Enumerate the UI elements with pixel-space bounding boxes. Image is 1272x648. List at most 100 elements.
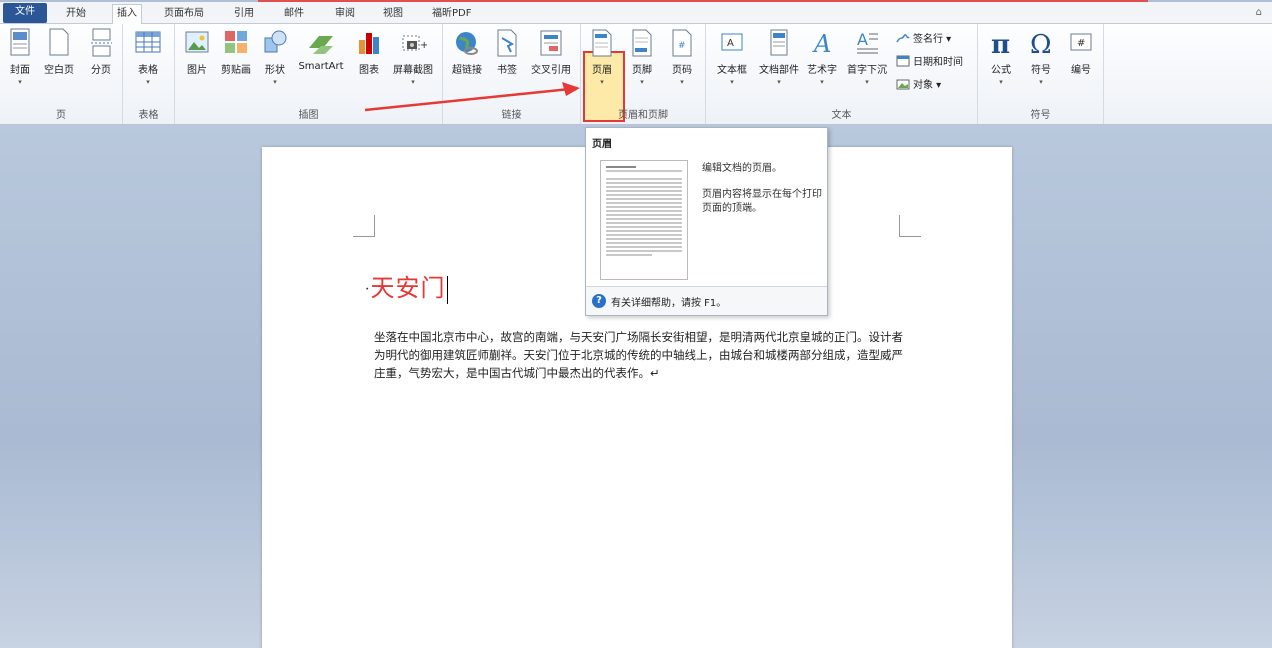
smartart-button[interactable]: SmartArt [295, 28, 347, 72]
tab-mailings[interactable]: 邮件 [280, 5, 308, 24]
footer-button[interactable]: 页脚 ▾ [627, 28, 657, 86]
thumb-line [606, 206, 682, 208]
page-break-label: 分页 [91, 65, 111, 76]
tab-references[interactable]: 引用 [230, 5, 258, 24]
tab-insert[interactable]: 插入 [112, 4, 142, 24]
thumb-line [606, 238, 682, 240]
picture-button[interactable]: 图片 [183, 28, 211, 76]
page-break-icon [91, 28, 112, 57]
bookmark-button[interactable]: 书签 [493, 28, 521, 76]
group-header-footer: 页眉 ▾ 页脚 ▾ # 页码 ▾ 页眉和页脚 [581, 24, 706, 124]
symbol-label: 符号 [1031, 65, 1051, 76]
cover-page-icon [10, 28, 30, 56]
tab-review[interactable]: 审阅 [331, 5, 359, 24]
svg-text:Ω: Ω [1030, 30, 1052, 58]
cross-reference-label: 交叉引用 [531, 65, 571, 76]
svg-text:#: # [678, 41, 686, 51]
bookmark-icon [497, 29, 517, 57]
quick-parts-label: 文档部件 [759, 65, 799, 76]
wordart-icon: A [812, 30, 831, 58]
object-button[interactable]: 对象 ▾ [896, 76, 941, 91]
svg-text:A: A [857, 30, 868, 49]
cross-reference-icon [540, 30, 562, 56]
thumb-line [606, 186, 682, 188]
tooltip-line-1: 编辑文档的页眉。 [702, 163, 782, 174]
blank-page-icon [49, 28, 69, 56]
drop-cap-button[interactable]: A 首字下沉 ▾ [844, 28, 890, 86]
calendar-icon [896, 55, 910, 66]
header-tooltip: 页眉 编辑文档的页眉。 页眉内容将显示在每个打印页面的顶端。 ? 有关详细帮助，… [585, 127, 828, 316]
footer-label: 页脚 [632, 65, 652, 76]
pi-icon: π [991, 30, 1010, 58]
quick-parts-button[interactable]: 文档部件 ▾ [756, 28, 802, 86]
thumb-line [606, 182, 682, 184]
group-label-symbols: 符号 [1030, 110, 1051, 121]
document-paragraph[interactable]: 坐落在中国北京市中心，故宫的南端，与天安门广场隔长安街相望，是明清两代北京皇城的… [374, 328, 904, 382]
tab-foxit-pdf[interactable]: 福昕PDF [428, 5, 475, 24]
wordart-button[interactable]: A 艺术字 ▾ [804, 28, 840, 86]
document-title[interactable]: ·天安门 [365, 268, 449, 304]
thumb-line [606, 166, 637, 168]
page-break-button[interactable]: 分页 [86, 28, 116, 76]
thumb-line [606, 246, 682, 248]
table-icon [135, 31, 161, 53]
picture-label: 图片 [187, 65, 207, 76]
thumb-line [606, 178, 682, 180]
chart-icon [359, 33, 379, 54]
hyperlink-button[interactable]: 超链接 [449, 28, 485, 76]
equation-button[interactable]: π 公式 ▾ [986, 28, 1016, 86]
header-button[interactable]: 页眉 ▾ [587, 28, 617, 86]
collapse-ribbon-icon[interactable]: ⌂ [1256, 7, 1262, 18]
group-text: A 文本框 ▾ 文档部件 ▾ A 艺术字 ▾ A 首字下沉 ▾ 签名行 ▾ 日期和时间 … [706, 24, 978, 124]
thumb-line [606, 222, 682, 224]
drop-cap-icon: A [857, 30, 878, 54]
group-symbols: π 公式 ▾ Ω 符号 ▾ # 编号 符号 [978, 24, 1104, 124]
chart-button[interactable]: 图表 [355, 28, 383, 76]
wordart-label: 艺术字 [807, 65, 837, 76]
thumb-line [606, 226, 682, 228]
cover-page-button[interactable]: 封面 ▾ [6, 28, 34, 86]
crop-mark-left [353, 215, 375, 237]
shapes-label: 形状 [265, 65, 285, 76]
svg-text:A: A [812, 30, 831, 58]
svg-text:A: A [727, 38, 734, 49]
screenshot-button[interactable]: + 屏幕截图 ▾ [389, 28, 437, 86]
tooltip-line-2: 页眉内容将显示在每个打印页面的顶端。 [702, 189, 822, 214]
clipart-button[interactable]: 剪贴画 [217, 28, 255, 76]
group-label-pages: 页 [56, 110, 66, 121]
chart-label: 图表 [359, 65, 379, 76]
shapes-button[interactable]: 形状 ▾ [261, 28, 289, 86]
textbox-icon: A [721, 33, 743, 51]
blank-page-button[interactable]: 空白页 [42, 28, 76, 76]
cover-page-label: 封面 [10, 65, 30, 76]
thumb-line [606, 170, 682, 172]
thumb-line [606, 250, 682, 252]
tab-file[interactable]: 文件 [3, 3, 47, 23]
signature-line-button[interactable]: 签名行 ▾ [896, 30, 951, 45]
globe-link-icon [456, 32, 478, 55]
thumb-line [606, 242, 682, 244]
thumb-line [606, 194, 682, 196]
date-time-button[interactable]: 日期和时间 [896, 53, 963, 68]
footer-icon [632, 29, 652, 57]
table-button[interactable]: 表格 ▾ [133, 28, 163, 86]
ribbon-tab-bar: 文件 开始 插入 页面布局 引用 邮件 审阅 视图 福昕PDF ⌂ [0, 2, 1272, 24]
shapes-icon [264, 30, 287, 53]
thumb-line [606, 214, 682, 216]
header-label: 页眉 [592, 65, 612, 76]
signature-icon [896, 33, 910, 42]
textbox-button[interactable]: A 文本框 ▾ [712, 28, 752, 86]
ribbon: 封面 ▾ 空白页 分页 页 表格 ▾ 表格 图片 剪贴画 形状 ▾ SmartA… [0, 24, 1272, 125]
tab-view[interactable]: 视图 [379, 5, 407, 24]
svg-text:π: π [991, 30, 1010, 58]
page-number-button[interactable]: # 页码 ▾ [667, 28, 697, 86]
smartart-icon [309, 36, 333, 54]
signature-line-label: 签名行 ▾ [913, 34, 952, 45]
symbol-button[interactable]: Ω 符号 ▾ [1026, 28, 1056, 86]
number-button[interactable]: # 编号 [1066, 28, 1096, 76]
bookmark-label: 书签 [497, 65, 517, 76]
cross-reference-button[interactable]: 交叉引用 [527, 28, 575, 76]
tab-home[interactable]: 开始 [62, 5, 90, 24]
tab-page-layout[interactable]: 页面布局 [160, 5, 208, 24]
tooltip-footer: ? 有关详细帮助，请按 F1。 [586, 286, 827, 315]
